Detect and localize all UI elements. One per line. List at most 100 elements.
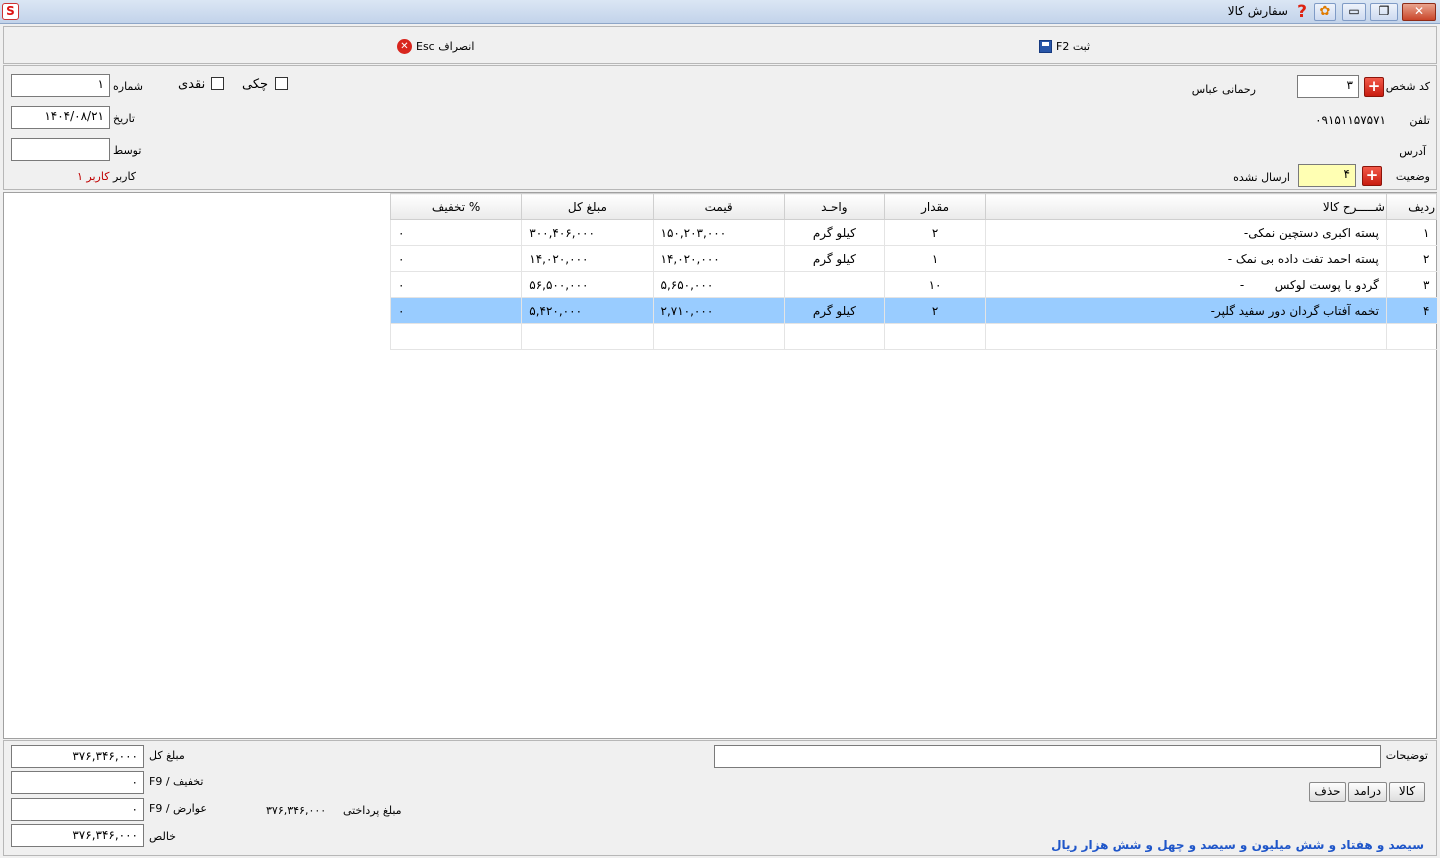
table-row[interactable]: ۱ پسته اکبری دستچین نمکی- ۲ کیلو گرم ۱۵۰…: [389, 219, 1437, 246]
floppy-disk-icon: [1039, 39, 1052, 53]
table-row[interactable]: ۲ پسته احمد تفت داده بی نمک - ۱ کیلو گرم…: [389, 245, 1437, 272]
cell-total[interactable]: ۳۰۰,۴۰۶,۰۰۰: [521, 219, 654, 246]
cell-price[interactable]: ۵,۶۵۰,۰۰۰: [652, 271, 785, 298]
cell-quantity[interactable]: ۲: [883, 297, 986, 324]
cell-unit[interactable]: [783, 323, 885, 350]
net-amount-label: خالص: [149, 830, 176, 843]
cell-unit[interactable]: کیلو گرم: [783, 297, 885, 324]
delete-button[interactable]: حذف: [1309, 782, 1346, 802]
cell-discount[interactable]: ۰: [389, 271, 522, 298]
cell-row-number[interactable]: ۳: [1385, 271, 1437, 298]
cell-description[interactable]: گردو با پوست لوکس -: [985, 271, 1387, 298]
cell-unit[interactable]: کیلو گرم: [783, 219, 885, 246]
charges-label: عوارض / F9: [149, 802, 207, 815]
app-logo-icon: S: [2, 3, 19, 20]
income-button[interactable]: درامد: [1348, 782, 1387, 802]
close-window-button[interactable]: ✕: [1402, 3, 1436, 21]
cell-quantity[interactable]: ۲: [883, 219, 986, 246]
person-code-field[interactable]: ۳: [1297, 75, 1359, 98]
user-label: کاربر: [113, 170, 137, 183]
status-label: وضعیت: [1395, 170, 1430, 183]
cancel-icon: ✕: [397, 38, 412, 54]
cell-discount[interactable]: ۰: [389, 219, 522, 246]
cell-unit[interactable]: کیلو گرم: [783, 245, 885, 272]
person-name: رحمانی عباس: [1191, 83, 1256, 96]
cell-row-number[interactable]: ۴: [1385, 297, 1437, 324]
check-payment-checkbox[interactable]: [275, 77, 288, 90]
cell-description[interactable]: پسته احمد تفت داده بی نمک -: [985, 245, 1387, 272]
add-status-button[interactable]: +: [1362, 166, 1382, 186]
cell-quantity[interactable]: ۱۰: [883, 271, 986, 298]
cash-payment-label: نقدی: [178, 77, 206, 92]
save-label: ثبت F2: [1056, 39, 1091, 53]
cell-total[interactable]: [521, 323, 654, 350]
phone-label: تلفن: [1409, 114, 1430, 127]
cell-quantity[interactable]: [883, 323, 986, 350]
by-field[interactable]: [11, 138, 110, 161]
cell-quantity[interactable]: ۱: [883, 245, 986, 272]
notes-label: توضیحات: [1385, 749, 1428, 762]
notes-field[interactable]: [714, 745, 1381, 768]
cell-discount[interactable]: [389, 323, 522, 350]
save-button[interactable]: ثبت F2: [1039, 36, 1090, 56]
cell-price[interactable]: ۱۵۰,۲۰۳,۰۰۰: [652, 219, 785, 246]
person-code-label: کد شخص: [1385, 80, 1430, 93]
by-label: توسط: [113, 144, 142, 157]
total-amount-label: مبلغ کل: [149, 749, 185, 762]
discount-label: تخفیف / F9: [149, 775, 204, 788]
cell-description[interactable]: پسته اکبری دستچین نمکی-: [985, 219, 1387, 246]
order-number-label: شماره: [113, 80, 144, 93]
order-date-field[interactable]: ۱۴۰۴/۰۸/۲۱: [11, 106, 110, 129]
cell-total[interactable]: ۵,۴۲۰,۰۰۰: [521, 297, 654, 324]
cell-price[interactable]: ۲,۷۱۰,۰۰۰: [652, 297, 785, 324]
toolbar: ثبت F2 انصراف Esc ✕: [3, 26, 1437, 64]
cell-discount[interactable]: ۰: [389, 297, 522, 324]
charges-field[interactable]: ۰: [11, 798, 144, 821]
cancel-button[interactable]: انصراف Esc ✕: [397, 36, 474, 56]
payable-label: مبلغ پرداختی: [343, 804, 402, 817]
order-footer: توضیحات کالا درامد حذف ۳۷۶,۳۴۶,۰۰۰ مبلغ …: [3, 740, 1437, 856]
minimize-button[interactable]: ▭: [1342, 3, 1366, 21]
phone-value: ۰۹۱۵۱۱۵۷۵۷۱: [1315, 113, 1386, 127]
user-value: کاربر ۱: [77, 170, 110, 183]
payable-value: ۳۷۶,۳۴۶,۰۰۰: [266, 804, 327, 817]
product-button[interactable]: کالا: [1389, 782, 1425, 802]
items-grid: ردیف شـــــرح کالا مقدار واحـد قیمت مبلغ…: [3, 192, 1438, 739]
total-amount-field: ۳۷۶,۳۴۶,۰۰۰: [11, 745, 144, 768]
table-header-row: ردیف شـــــرح کالا مقدار واحـد قیمت مبلغ…: [389, 193, 1438, 220]
cell-discount[interactable]: ۰: [389, 245, 522, 272]
cell-total[interactable]: ۵۶,۵۰۰,۰۰۰: [521, 271, 654, 298]
col-header-discount[interactable]: % تخفیف: [389, 193, 523, 220]
cell-price[interactable]: [652, 323, 785, 350]
status-code-field[interactable]: ۴: [1298, 164, 1356, 187]
restore-button[interactable]: ❐: [1370, 3, 1398, 21]
items-table: ردیف شـــــرح کالا مقدار واحـد قیمت مبلغ…: [389, 193, 1438, 350]
col-header-total[interactable]: مبلغ کل: [521, 193, 654, 220]
table-row-empty[interactable]: [389, 323, 1437, 350]
col-header-quantity[interactable]: مقدار: [883, 193, 987, 220]
col-header-description[interactable]: شـــــرح کالا: [985, 193, 1387, 220]
check-payment-label: چکی: [242, 77, 269, 92]
discount-field[interactable]: ۰: [11, 771, 144, 794]
cell-unit[interactable]: [783, 271, 885, 298]
cell-price[interactable]: ۱۴,۰۲۰,۰۰۰: [652, 245, 785, 272]
cell-description[interactable]: تخمه آفتاب گردان دور سفید گلپر-: [985, 297, 1387, 324]
cell-row-number[interactable]: ۲: [1385, 245, 1437, 272]
customize-icon[interactable]: ✿: [1314, 3, 1336, 21]
amount-in-words: سیصد و هفتاد و شش میلیون و سیصد و چهل و …: [1051, 838, 1424, 852]
cell-row-number[interactable]: [1385, 323, 1437, 350]
table-row[interactable]: ۳ گردو با پوست لوکس - ۱۰ ۵,۶۵۰,۰۰۰ ۵۶,۵۰…: [389, 271, 1437, 298]
net-amount-field: ۳۷۶,۳۴۶,۰۰۰: [11, 824, 144, 847]
col-header-price[interactable]: قیمت: [652, 193, 785, 220]
cell-row-number[interactable]: ۱: [1385, 219, 1437, 246]
col-header-row-number[interactable]: ردیف: [1385, 193, 1438, 220]
help-icon[interactable]: ?: [1294, 2, 1310, 22]
table-row-selected[interactable]: ۴ تخمه آفتاب گردان دور سفید گلپر- ۲ کیلو…: [389, 297, 1437, 324]
add-person-button[interactable]: +: [1364, 77, 1384, 97]
cell-description[interactable]: [985, 323, 1387, 350]
order-header-form: کد شخص + ۳ رحمانی عباس تلفن ۰۹۱۵۱۱۵۷۵۷۱ …: [3, 65, 1437, 190]
cell-total[interactable]: ۱۴,۰۲۰,۰۰۰: [521, 245, 654, 272]
cash-payment-checkbox[interactable]: [211, 77, 224, 90]
order-number-field[interactable]: ۱: [11, 74, 110, 97]
col-header-unit[interactable]: واحـد: [783, 193, 885, 220]
